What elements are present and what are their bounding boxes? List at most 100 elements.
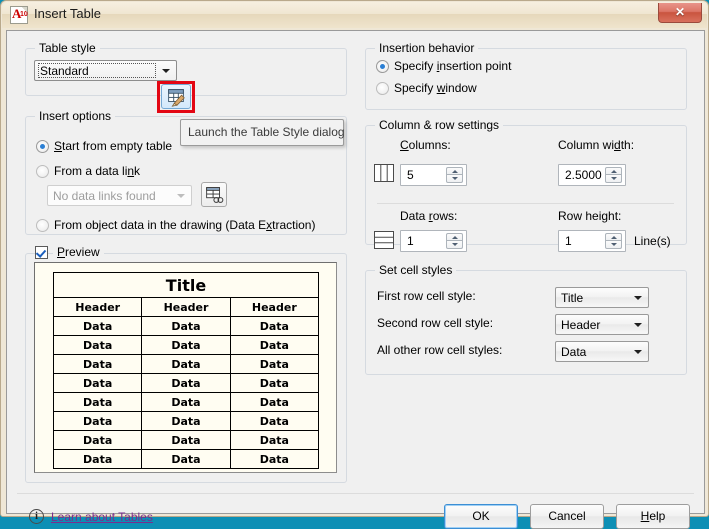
data-link-combo[interactable]: No data links found bbox=[47, 185, 192, 206]
first-row-cell-style-combo[interactable]: Title bbox=[555, 287, 649, 308]
second-row-cell-style-combo[interactable]: Header bbox=[555, 314, 649, 335]
data-rows-input[interactable]: 1 bbox=[400, 230, 467, 252]
icon-page-fold bbox=[22, 7, 27, 12]
column-width-input[interactable]: 2.5000 bbox=[558, 164, 626, 186]
table-style-combo[interactable]: Standard bbox=[34, 60, 177, 81]
columns-input[interactable]: 5 bbox=[400, 164, 467, 186]
preview-data-cell: Data bbox=[142, 393, 230, 412]
preview-data-cell: Data bbox=[142, 336, 230, 355]
column-row-settings-group-label: Column & row settings bbox=[375, 118, 503, 132]
all-other-row-cell-styles-label: All other row cell styles: bbox=[377, 343, 502, 357]
row-height-stepper-down[interactable] bbox=[605, 241, 622, 249]
preview-table-body: Title Header Header Header Data Data Dat… bbox=[54, 273, 319, 469]
radio-start-from-empty-table[interactable] bbox=[36, 140, 49, 153]
all-other-row-cell-styles-combo[interactable]: Data bbox=[555, 341, 649, 362]
data-rows-stepper-down[interactable] bbox=[446, 241, 463, 249]
column-width-value: 2.5000 bbox=[565, 168, 602, 182]
close-button[interactable]: ✕ bbox=[658, 3, 702, 23]
radio-specify-window[interactable] bbox=[376, 82, 389, 95]
triangle-down-icon bbox=[611, 243, 617, 246]
column-width-label: Column width: bbox=[558, 138, 634, 152]
preview-data-cell: Data bbox=[54, 450, 142, 469]
preview-data-cell: Data bbox=[142, 450, 230, 469]
row-height-stepper-up[interactable] bbox=[605, 233, 622, 241]
preview-data-cell: Data bbox=[142, 431, 230, 450]
second-row-cell-style-value: Header bbox=[561, 318, 600, 332]
learn-about-tables-link[interactable]: Learn about Tables bbox=[51, 510, 153, 524]
radio-from-object-data[interactable] bbox=[36, 219, 49, 232]
rows-icon bbox=[374, 231, 394, 249]
table-row: Data Data Data bbox=[54, 355, 319, 374]
preview-header-cell: Header bbox=[142, 298, 230, 317]
dialog-client-area: Table style Standard Insert options Sta bbox=[6, 30, 705, 514]
preview-pane: Title Header Header Header Data Data Dat… bbox=[34, 262, 337, 473]
data-link-manager-icon bbox=[202, 183, 226, 206]
preview-data-cell: Data bbox=[230, 431, 318, 450]
chevron-down-icon bbox=[162, 69, 170, 73]
columns-stepper-up[interactable] bbox=[446, 167, 463, 175]
preview-header-cell: Header bbox=[230, 298, 318, 317]
radio-specify-insertion-point[interactable] bbox=[376, 60, 389, 73]
preview-data-cell: Data bbox=[142, 374, 230, 393]
footer-divider bbox=[17, 493, 694, 494]
insertion-behavior-group-label: Insertion behavior bbox=[375, 41, 478, 55]
preview-data-cell: Data bbox=[230, 450, 318, 469]
help-button-rest: elp bbox=[649, 509, 665, 523]
insert-table-dialog: A 10 Insert Table ✕ Table style Standard bbox=[0, 0, 709, 517]
chevron-down-icon bbox=[177, 194, 185, 198]
radio-from-a-data-link[interactable] bbox=[36, 165, 49, 178]
triangle-up-icon bbox=[611, 236, 617, 239]
column-width-stepper[interactable] bbox=[605, 167, 622, 184]
preview-checkbox[interactable] bbox=[35, 246, 48, 259]
columns-icon bbox=[374, 164, 394, 182]
preview-data-cell: Data bbox=[142, 355, 230, 374]
columns-stepper-down[interactable] bbox=[446, 175, 463, 183]
data-link-combo-value: No data links found bbox=[53, 189, 156, 203]
triangle-down-icon bbox=[452, 243, 458, 246]
column-width-stepper-down[interactable] bbox=[605, 175, 622, 183]
row-height-input[interactable]: 1 bbox=[558, 230, 626, 252]
data-rows-stepper-up[interactable] bbox=[446, 233, 463, 241]
preview-data-cell: Data bbox=[230, 374, 318, 393]
table-row: Data Data Data bbox=[54, 393, 319, 412]
insert-options-group-label: Insert options bbox=[35, 109, 115, 123]
preview-data-cell: Data bbox=[230, 317, 318, 336]
data-rows-value: 1 bbox=[407, 234, 414, 248]
table-row: Data Data Data bbox=[54, 431, 319, 450]
autocad-10-glyph: 10 bbox=[20, 11, 28, 18]
all-other-row-cell-styles-value: Data bbox=[561, 345, 586, 359]
preview-table: Title Header Header Header Data Data Dat… bbox=[53, 272, 319, 469]
columns-stepper[interactable] bbox=[446, 167, 463, 184]
preview-header-cell: Header bbox=[54, 298, 142, 317]
preview-data-cell: Data bbox=[54, 412, 142, 431]
triangle-up-icon bbox=[452, 170, 458, 173]
preview-title-cell: Title bbox=[54, 273, 319, 298]
columns-label: Columns: bbox=[400, 138, 451, 152]
first-row-cell-style-value: Title bbox=[561, 291, 583, 305]
table-row-header: Header Header Header bbox=[54, 298, 319, 317]
data-rows-label: Data rows: bbox=[400, 209, 457, 223]
title-bar: A 10 Insert Table ✕ bbox=[2, 2, 707, 28]
table-row: Data Data Data bbox=[54, 450, 319, 469]
launch-table-style-dialog-button[interactable] bbox=[161, 84, 191, 109]
preview-data-cell: Data bbox=[230, 336, 318, 355]
label-from-object-data: From object data in the drawing (Data Ex… bbox=[54, 218, 315, 232]
column-width-stepper-up[interactable] bbox=[605, 167, 622, 175]
data-rows-stepper[interactable] bbox=[446, 233, 463, 250]
focus-dotted-rect bbox=[38, 63, 156, 78]
preview-checkbox-label: Preview bbox=[53, 245, 104, 259]
data-link-manager-button[interactable] bbox=[201, 182, 227, 207]
autocad-a10-icon: A 10 bbox=[10, 6, 28, 24]
close-icon: ✕ bbox=[659, 3, 701, 22]
table-row: Data Data Data bbox=[54, 412, 319, 431]
table-style-group-label: Table style bbox=[35, 41, 100, 55]
set-cell-styles-group-label: Set cell styles bbox=[375, 263, 456, 277]
first-row-cell-style-label: First row cell style: bbox=[377, 289, 476, 303]
chevron-down-icon bbox=[634, 350, 642, 354]
page-title: Insert Table bbox=[34, 6, 101, 21]
column-row-divider bbox=[377, 203, 674, 204]
row-height-stepper[interactable] bbox=[605, 233, 622, 250]
preview-data-cell: Data bbox=[54, 374, 142, 393]
row-height-value: 1 bbox=[565, 234, 572, 248]
columns-value: 5 bbox=[407, 168, 414, 182]
